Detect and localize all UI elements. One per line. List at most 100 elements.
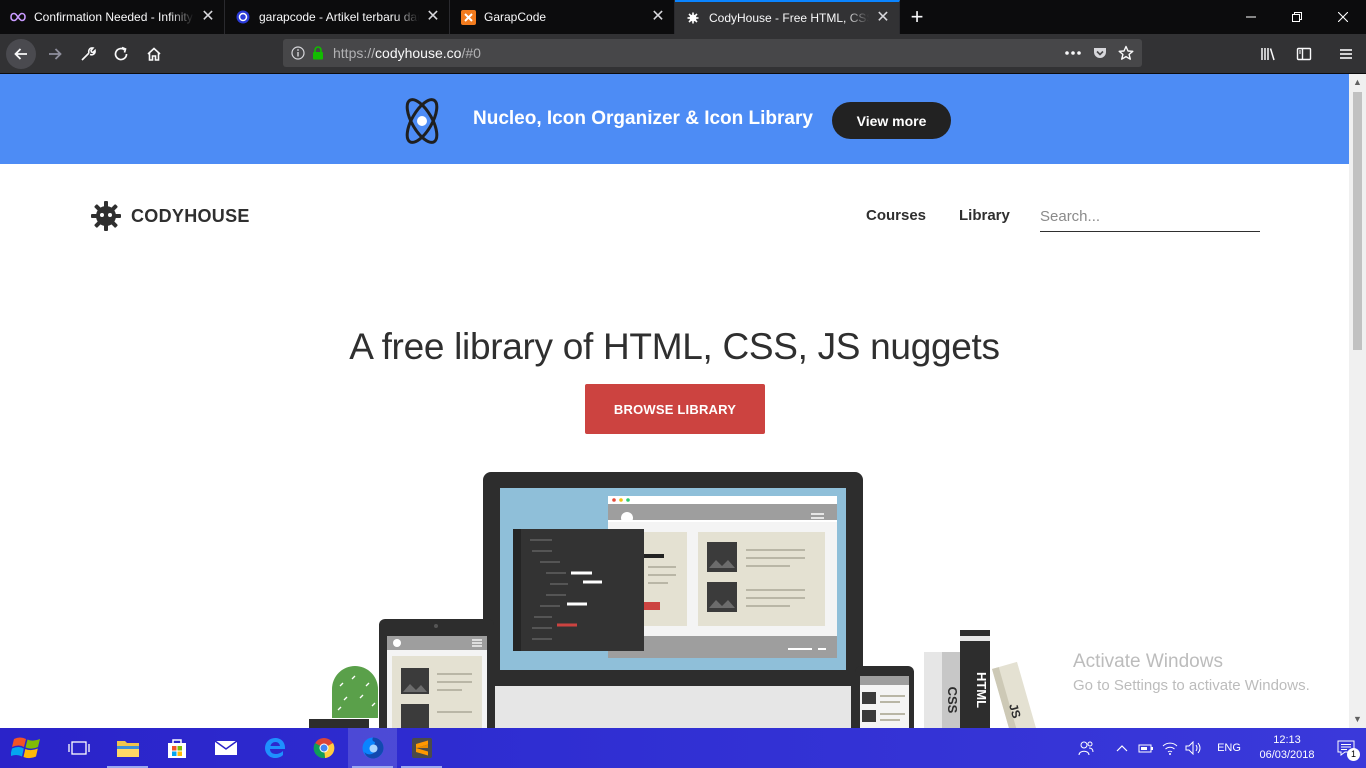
forward-button[interactable] bbox=[39, 38, 71, 70]
activate-windows-watermark: Activate Windows Go to Settings to activ… bbox=[1073, 651, 1310, 694]
scroll-down-arrow-icon[interactable]: ▼ bbox=[1349, 711, 1366, 728]
book-label-html: HTML bbox=[974, 672, 989, 708]
forward-arrow-icon bbox=[49, 47, 62, 60]
people-icon[interactable] bbox=[1074, 728, 1098, 768]
toolbar-right bbox=[1250, 34, 1366, 74]
url-host: codyhouse.co bbox=[375, 45, 462, 61]
scroll-thumb[interactable] bbox=[1353, 92, 1362, 350]
page-scrollbar[interactable]: ▲ ▼ bbox=[1349, 74, 1366, 728]
close-icon bbox=[1338, 12, 1348, 22]
hero-title: A free library of HTML, CSS, JS nuggets bbox=[349, 326, 1000, 367]
store-button[interactable] bbox=[152, 728, 201, 768]
customize-button[interactable] bbox=[72, 38, 104, 70]
language-indicator[interactable]: ENG bbox=[1210, 742, 1248, 754]
logo-text: CODYHOUSE bbox=[131, 205, 250, 226]
sublime-text-button[interactable] bbox=[397, 728, 446, 768]
home-icon bbox=[147, 46, 161, 61]
sidebar-icon bbox=[1296, 47, 1312, 61]
nav-courses[interactable]: Courses bbox=[866, 207, 926, 224]
sublime-text-icon bbox=[411, 738, 432, 758]
back-button[interactable] bbox=[6, 38, 36, 69]
start-button[interactable] bbox=[0, 728, 54, 768]
garapcode-favicon-icon bbox=[235, 9, 251, 25]
notification-count-badge: 1 bbox=[1347, 748, 1360, 761]
pocket-icon[interactable] bbox=[1092, 45, 1108, 61]
mail-icon bbox=[214, 740, 237, 755]
menu-button[interactable] bbox=[1330, 38, 1362, 70]
info-icon[interactable] bbox=[291, 46, 305, 60]
battery-icon[interactable] bbox=[1134, 728, 1158, 768]
tab-confirmation-needed[interactable]: Confirmation Needed - Infinity ✕ bbox=[0, 0, 225, 34]
task-view-icon bbox=[67, 741, 90, 755]
close-window-button[interactable] bbox=[1320, 0, 1366, 34]
browse-library-button[interactable]: BROWSE LIBRARY bbox=[585, 384, 765, 434]
firefox-button[interactable] bbox=[348, 728, 397, 768]
reload-icon bbox=[114, 46, 128, 60]
tab-title: garapcode - Artikel terbaru dan bbox=[259, 10, 419, 24]
infinity-favicon-icon bbox=[10, 9, 26, 25]
minimize-icon bbox=[1246, 16, 1256, 18]
atom-icon bbox=[405, 98, 439, 144]
monitor-base bbox=[495, 686, 851, 728]
tab-garapcode-artikel[interactable]: garapcode - Artikel terbaru dan ✕ bbox=[225, 0, 450, 34]
minimize-button[interactable] bbox=[1228, 0, 1274, 34]
cactus bbox=[332, 666, 378, 718]
wrench-icon bbox=[81, 46, 96, 61]
tab-title: Confirmation Needed - Infinity bbox=[34, 10, 193, 24]
browser-tab-strip: Confirmation Needed - Infinity ✕ garapco… bbox=[0, 0, 1366, 34]
clock-time: 12:13 bbox=[1273, 734, 1301, 746]
tab-close-icon[interactable]: ✕ bbox=[875, 10, 891, 26]
site-header: CODYHOUSE Courses Library bbox=[0, 164, 1349, 254]
url-path: /#0 bbox=[461, 45, 481, 61]
book-label-css: CSS bbox=[945, 687, 960, 714]
watermark-subtitle: Go to Settings to activate Windows. bbox=[1073, 677, 1310, 694]
bookmark-star-icon[interactable] bbox=[1118, 45, 1134, 61]
windows-taskbar: ENG 12:13 06/03/2018 1 bbox=[0, 728, 1366, 768]
tab-close-icon[interactable]: ✕ bbox=[200, 9, 216, 25]
chrome-browser-icon bbox=[313, 738, 334, 759]
clock[interactable]: 12:13 06/03/2018 bbox=[1252, 733, 1322, 763]
mail-button[interactable] bbox=[201, 728, 250, 768]
xampp-favicon-icon bbox=[460, 9, 476, 25]
action-center-button[interactable]: 1 bbox=[1326, 728, 1366, 768]
tab-codyhouse[interactable]: CodyHouse - Free HTML, CSS, J ✕ bbox=[675, 0, 900, 34]
back-arrow-icon bbox=[14, 47, 27, 60]
site-logo[interactable]: CODYHOUSE bbox=[90, 200, 250, 232]
wifi-icon[interactable] bbox=[1158, 728, 1182, 768]
new-tab-button[interactable]: + bbox=[900, 0, 934, 34]
edge-browser-icon bbox=[264, 738, 285, 758]
library-icon bbox=[1261, 48, 1275, 61]
page-actions-icon[interactable] bbox=[1064, 50, 1082, 56]
clock-date: 06/03/2018 bbox=[1259, 749, 1315, 761]
codyhouse-logo-icon bbox=[91, 201, 121, 231]
windows-logo-icon bbox=[11, 737, 40, 759]
tab-garapcode[interactable]: GarapCode ✕ bbox=[450, 0, 675, 34]
home-button[interactable] bbox=[138, 38, 170, 70]
show-hidden-icons-chevron-icon[interactable] bbox=[1110, 728, 1134, 768]
chrome-button[interactable] bbox=[299, 728, 348, 768]
volume-icon[interactable] bbox=[1182, 728, 1206, 768]
restore-button[interactable] bbox=[1274, 0, 1320, 34]
nav-library[interactable]: Library bbox=[959, 207, 1010, 224]
folder-icon bbox=[116, 741, 139, 757]
url-text[interactable]: https://codyhouse.co/#0 bbox=[333, 45, 1064, 61]
scroll-up-arrow-icon[interactable]: ▲ bbox=[1349, 74, 1366, 91]
code-editor bbox=[513, 529, 644, 651]
sidebar-button[interactable] bbox=[1288, 38, 1320, 70]
view-more-button[interactable]: View more bbox=[832, 102, 951, 139]
tab-close-icon[interactable]: ✕ bbox=[425, 9, 441, 25]
promo-banner: Nucleo, Icon Organizer & Icon Library Vi… bbox=[0, 74, 1349, 164]
restore-icon bbox=[1292, 12, 1302, 22]
lock-icon[interactable] bbox=[311, 46, 325, 60]
promo-text: Nucleo, Icon Organizer & Icon Library bbox=[473, 108, 813, 129]
library-button[interactable] bbox=[1252, 38, 1284, 70]
file-explorer-button[interactable] bbox=[103, 728, 152, 768]
firefox-browser-icon bbox=[362, 737, 383, 759]
task-view-button[interactable] bbox=[54, 728, 103, 768]
search-input[interactable] bbox=[1040, 202, 1260, 232]
tab-close-icon[interactable]: ✕ bbox=[650, 9, 666, 25]
url-actions bbox=[1064, 45, 1134, 61]
edge-button[interactable] bbox=[250, 728, 299, 768]
url-bar[interactable]: https://codyhouse.co/#0 bbox=[283, 39, 1142, 67]
reload-button[interactable] bbox=[105, 38, 137, 70]
